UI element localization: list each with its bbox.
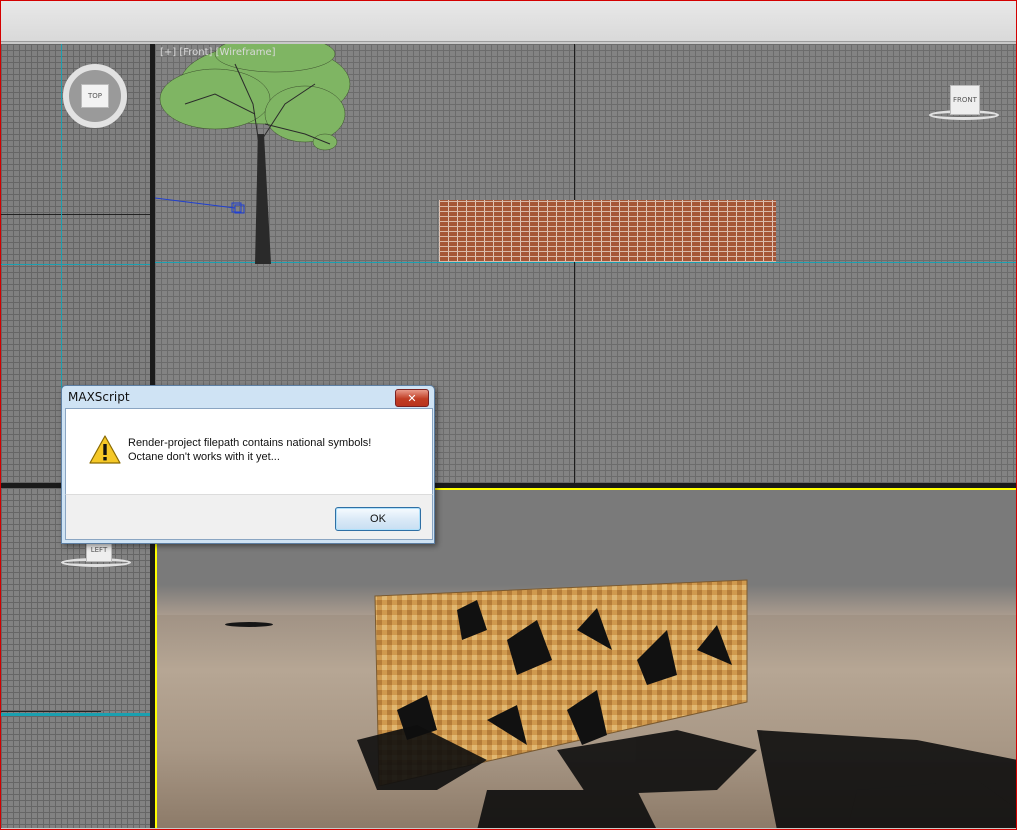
- camera-target[interactable]: [155, 194, 255, 224]
- grid-axis-x: [1, 214, 150, 215]
- tree-trunk: [255, 134, 271, 264]
- grid-axis-dark: [1, 711, 101, 712]
- dialog-footer: OK: [65, 494, 433, 540]
- tree-model[interactable]: [155, 44, 375, 274]
- dialog-message-line1: Render-project filepath contains nationa…: [128, 437, 372, 449]
- dialog-message-line2: Octane don't works with it yet...: [128, 451, 280, 463]
- viewcube-front-face[interactable]: FRONT: [950, 85, 980, 115]
- grid-axis: [1, 713, 150, 716]
- grid-axis-x2: [1, 264, 150, 265]
- warning-icon: [89, 435, 121, 464]
- grid-axis-y: [574, 44, 575, 483]
- viewport-label-front[interactable]: [+] [Front] [Wireframe]: [160, 47, 276, 58]
- tree-foliage: [159, 44, 351, 151]
- viewcube-top[interactable]: TOP: [63, 64, 127, 128]
- maxscript-dialog[interactable]: MAXScript ✕ Render-project filepath cont…: [61, 385, 435, 544]
- dialog-title: MAXScript: [68, 390, 130, 404]
- ok-button[interactable]: OK: [335, 507, 421, 531]
- viewcube-front[interactable]: FRONT: [929, 82, 999, 122]
- viewcube-top-label: TOP: [87, 92, 102, 100]
- dialog-message: Render-project filepath contains nationa…: [128, 436, 418, 464]
- brick-wall-front[interactable]: [439, 200, 776, 262]
- viewcube-front-label: FRONT: [953, 96, 977, 104]
- viewcube-top-face[interactable]: TOP: [81, 84, 109, 108]
- close-icon[interactable]: ✕: [395, 389, 429, 407]
- viewcube-left-label: LEFT: [90, 546, 108, 554]
- toolbar-area: [1, 1, 1016, 42]
- dialog-body: Render-project filepath contains nationa…: [65, 408, 433, 495]
